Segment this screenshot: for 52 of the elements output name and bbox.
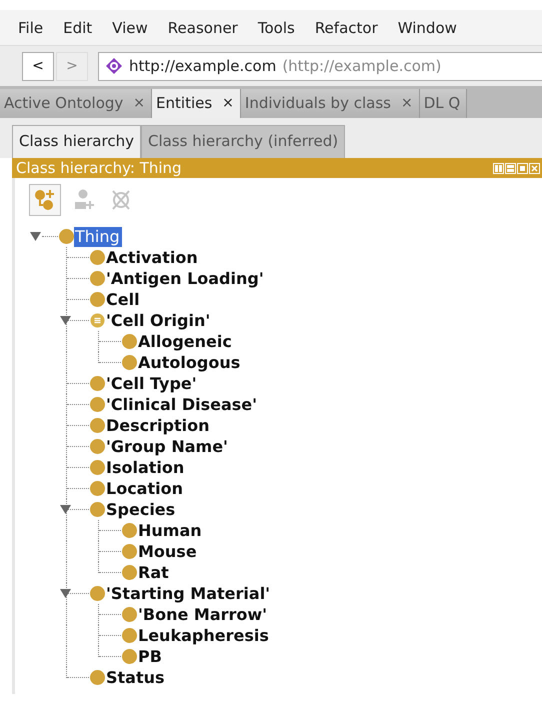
tree-item[interactable]: Mouse — [137, 542, 199, 562]
address-field[interactable]: http://example.com (http://example.com) — [98, 52, 542, 80]
tree-item[interactable]: 'Antigen Loading' — [105, 268, 266, 288]
tree-item[interactable]: 'Cell Origin' — [105, 310, 212, 330]
menu-item[interactable]: File — [8, 10, 54, 45]
tab[interactable]: Class hierarchy (inferred) — [140, 125, 346, 158]
tab[interactable]: DL Q — [420, 89, 468, 118]
tree-item[interactable]: Description — [105, 416, 212, 436]
tree-item[interactable]: Leukapheresis — [137, 626, 271, 646]
view-title: Class hierarchy: Thing — [16, 158, 182, 178]
tree-item[interactable]: Location — [105, 478, 185, 498]
tree-item[interactable]: Rat — [137, 562, 171, 582]
tab[interactable]: Entities × — [152, 89, 241, 118]
maximize-icon[interactable] — [517, 162, 528, 174]
toolbar-button[interactable] — [29, 184, 61, 216]
tree-item[interactable]: Autologous — [137, 352, 242, 372]
tree-item[interactable]: Species — [105, 500, 178, 520]
back-button[interactable]: < — [22, 52, 54, 80]
tree-item[interactable]: Isolation — [105, 458, 186, 478]
expanded-arrow-icon[interactable] — [60, 588, 71, 599]
menu-item[interactable]: Window — [388, 10, 467, 45]
tree-item[interactable]: Status — [105, 668, 167, 688]
ontology-icon — [105, 57, 123, 75]
close-icon[interactable]: × — [222, 89, 234, 118]
tree-item[interactable]: 'Clinical Disease' — [105, 394, 260, 414]
add-subclass-icon — [33, 188, 57, 212]
tree-item[interactable]: Thing — [74, 226, 122, 246]
tab[interactable]: Class hierarchy — [12, 125, 141, 158]
split-icon[interactable] — [493, 162, 504, 174]
menu-item[interactable]: Tools — [248, 10, 305, 45]
menu-item[interactable]: Edit — [53, 10, 102, 45]
expanded-arrow-icon[interactable] — [60, 315, 71, 326]
close-icon[interactable] — [529, 162, 540, 174]
tree-item[interactable]: 'Starting Material' — [105, 584, 272, 604]
tree-item[interactable]: Human — [137, 520, 204, 540]
tree-item[interactable]: 'Group Name' — [105, 436, 230, 456]
menu-item[interactable]: Reasoner — [158, 10, 248, 45]
tab[interactable]: Active Ontology × — [0, 89, 152, 118]
tree-item[interactable]: Cell — [105, 290, 142, 310]
tree-item[interactable]: PB — [137, 646, 164, 666]
tree-item[interactable]: Activation — [105, 248, 200, 268]
tab[interactable]: Individuals by class × — [240, 89, 420, 118]
menu-item[interactable]: Refactor — [304, 10, 388, 45]
tree-item[interactable]: 'Bone Marrow' — [137, 604, 270, 624]
expanded-arrow-icon[interactable] — [60, 504, 71, 515]
close-icon[interactable]: × — [133, 89, 146, 118]
close-icon[interactable]: × — [400, 89, 413, 118]
tree-item[interactable]: Allogeneic — [137, 332, 234, 352]
expanded-arrow-icon[interactable] — [30, 231, 41, 242]
split-icon[interactable] — [505, 162, 516, 174]
menu-item[interactable]: View — [102, 10, 158, 45]
tree-item[interactable]: 'Cell Type' — [105, 374, 199, 394]
